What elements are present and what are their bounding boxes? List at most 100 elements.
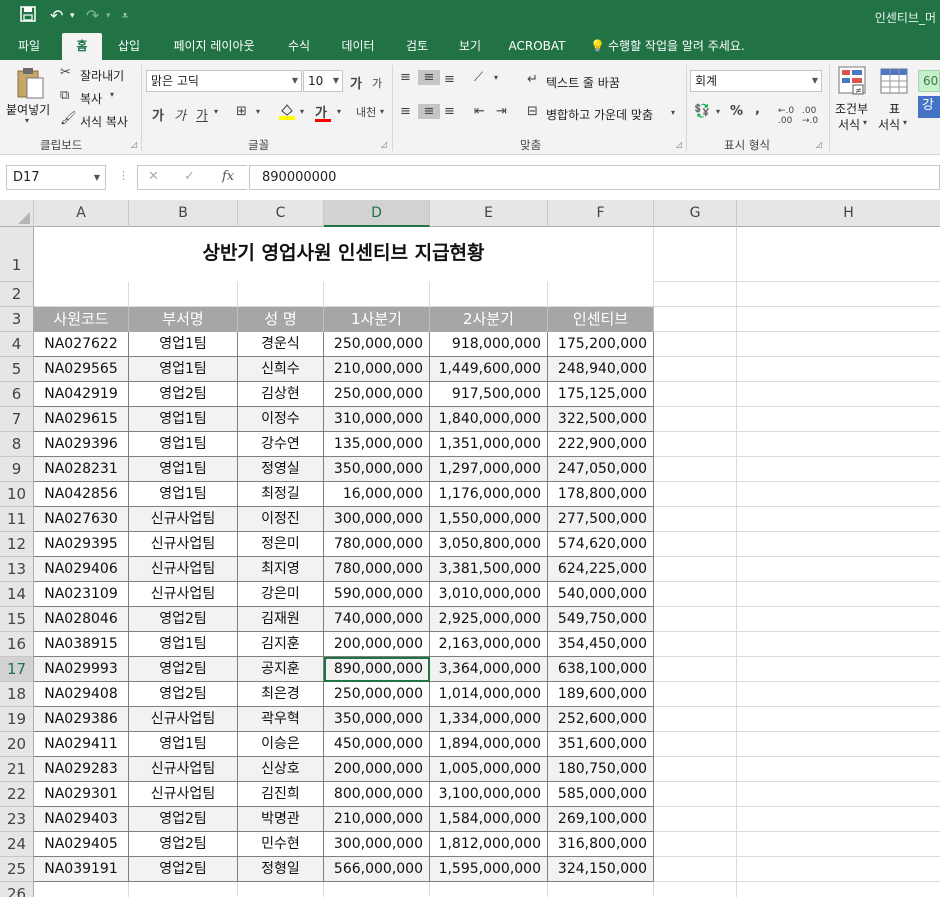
table-cell[interactable]: 1,449,600,000 xyxy=(430,357,548,382)
align-center-icon[interactable]: ≡ xyxy=(418,104,440,119)
underline-dropdown-icon[interactable]: ▾ xyxy=(214,107,218,116)
table-cell[interactable]: 1,351,000,000 xyxy=(430,432,548,457)
table-cell[interactable]: 곽우혁 xyxy=(238,707,324,732)
table-header-cell[interactable]: 2사분기 xyxy=(430,307,548,332)
merge-center-icon[interactable]: ⊟ xyxy=(527,104,538,119)
table-cell[interactable]: 1,894,000,000 xyxy=(430,732,548,757)
wrap-text-icon[interactable]: ↵ xyxy=(527,72,538,87)
undo-icon[interactable]: ↶ xyxy=(50,6,63,26)
table-cell[interactable]: 민수현 xyxy=(238,832,324,857)
table-cell[interactable]: 영업1팀 xyxy=(129,432,238,457)
tab-review[interactable]: 검토 xyxy=(397,33,437,60)
cancel-icon[interactable]: ✕ xyxy=(148,169,159,184)
table-cell[interactable]: 890,000,000 xyxy=(324,657,430,682)
table-cell[interactable]: 2,163,000,000 xyxy=(430,632,548,657)
table-cell[interactable]: 영업2팀 xyxy=(129,607,238,632)
table-cell[interactable]: NA029403 xyxy=(34,807,129,832)
row-header[interactable]: 16 xyxy=(0,632,33,657)
tab-view[interactable]: 보기 xyxy=(451,33,489,60)
row-header[interactable]: 20 xyxy=(0,732,33,757)
clipboard-launcher-icon[interactable]: ◿ xyxy=(131,140,137,149)
table-dropdown-icon[interactable]: ▾ xyxy=(903,118,907,127)
table-cell[interactable]: NA038915 xyxy=(34,632,129,657)
table-cell[interactable]: 신규사업팀 xyxy=(129,557,238,582)
decrease-indent-icon[interactable]: ⇤ xyxy=(474,104,485,119)
table-cell[interactable]: 정형일 xyxy=(238,857,324,882)
number-launcher-icon[interactable]: ◿ xyxy=(816,140,822,149)
align-bottom-icon[interactable]: ≡ xyxy=(444,72,455,87)
table-cell[interactable]: 경운식 xyxy=(238,332,324,357)
phonetic-dropdown-icon[interactable]: ▾ xyxy=(380,107,384,116)
table-cell[interactable]: 이정수 xyxy=(238,407,324,432)
conditional-formatting-label-2[interactable]: 서식 xyxy=(838,116,860,133)
table-cell[interactable]: 780,000,000 xyxy=(324,532,430,557)
table-cell[interactable]: 신규사업팀 xyxy=(129,532,238,557)
cell-style-swatch-bottom[interactable]: 강 xyxy=(918,96,940,118)
table-cell[interactable]: 영업2팀 xyxy=(129,682,238,707)
table-cell[interactable]: 신희수 xyxy=(238,357,324,382)
row-header[interactable]: 13 xyxy=(0,557,33,582)
table-cell[interactable]: 16,000,000 xyxy=(324,482,430,507)
format-painter-button[interactable]: 서식 복사 xyxy=(80,113,128,130)
font-color-dropdown-icon[interactable]: ▾ xyxy=(337,107,341,116)
table-cell[interactable]: 590,000,000 xyxy=(324,582,430,607)
table-header-cell[interactable]: 인센티브 xyxy=(548,307,654,332)
table-cell[interactable]: 3,010,000,000 xyxy=(430,582,548,607)
table-cell[interactable]: 영업2팀 xyxy=(129,382,238,407)
table-cell[interactable]: 200,000,000 xyxy=(324,757,430,782)
table-cell[interactable]: 강은미 xyxy=(238,582,324,607)
table-cell[interactable]: 영업1팀 xyxy=(129,457,238,482)
cell-area[interactable]: 상반기 영업사원 인센티브 지급현황 사원코드 부서명 성 명 1사분기 2사분기 인센티브… xyxy=(34,227,940,897)
column-header-g[interactable]: G xyxy=(654,200,737,227)
row-header[interactable]: 12 xyxy=(0,532,33,557)
table-cell[interactable]: NA042919 xyxy=(34,382,129,407)
select-all-button[interactable] xyxy=(0,200,34,227)
table-cell[interactable]: 2,925,000,000 xyxy=(430,607,548,632)
table-cell[interactable]: 918,000,000 xyxy=(430,332,548,357)
merge-dropdown-icon[interactable]: ▾ xyxy=(671,108,675,117)
formula-bar-grip-icon[interactable]: ⋮ xyxy=(118,169,129,182)
table-cell[interactable]: 김진희 xyxy=(238,782,324,807)
table-cell[interactable]: NA029405 xyxy=(34,832,129,857)
table-cell[interactable]: NA029283 xyxy=(34,757,129,782)
row-header[interactable]: 26 xyxy=(0,882,33,897)
table-cell[interactable]: 영업1팀 xyxy=(129,357,238,382)
row-header[interactable]: 7 xyxy=(0,407,33,432)
align-top-icon[interactable]: ≡ xyxy=(400,70,411,85)
table-cell[interactable]: 624,225,000 xyxy=(548,557,654,582)
table-cell[interactable]: 영업2팀 xyxy=(129,657,238,682)
table-cell[interactable]: 247,050,000 xyxy=(548,457,654,482)
table-cell[interactable]: 영업2팀 xyxy=(129,832,238,857)
table-cell[interactable]: 신규사업팀 xyxy=(129,707,238,732)
paste-dropdown-icon[interactable]: ▾ xyxy=(25,116,29,125)
table-cell[interactable]: 300,000,000 xyxy=(324,832,430,857)
table-cell[interactable]: 1,550,000,000 xyxy=(430,507,548,532)
table-cell[interactable]: 324,150,000 xyxy=(548,857,654,882)
column-header-a[interactable]: A xyxy=(34,200,129,227)
row-header[interactable]: 5 xyxy=(0,357,33,382)
table-cell[interactable]: NA029615 xyxy=(34,407,129,432)
font-size-combo[interactable]: 10 ▼ xyxy=(303,70,343,92)
table-cell[interactable]: 300,000,000 xyxy=(324,507,430,532)
table-cell[interactable]: 영업2팀 xyxy=(129,807,238,832)
table-cell[interactable]: 351,600,000 xyxy=(548,732,654,757)
row-header[interactable]: 22 xyxy=(0,782,33,807)
conditional-dropdown-icon[interactable]: ▾ xyxy=(863,118,867,127)
table-header-cell[interactable]: 1사분기 xyxy=(324,307,430,332)
tab-insert[interactable]: 삽입 xyxy=(110,33,148,60)
table-header-cell[interactable]: 사원코드 xyxy=(34,307,129,332)
table-cell[interactable]: NA029406 xyxy=(34,557,129,582)
row-header[interactable]: 3 xyxy=(0,307,33,332)
table-cell[interactable]: NA029386 xyxy=(34,707,129,732)
row-header[interactable]: 6 xyxy=(0,382,33,407)
table-cell[interactable]: NA027622 xyxy=(34,332,129,357)
comma-style-button[interactable]: , xyxy=(755,102,760,117)
cut-icon[interactable]: ✂ xyxy=(60,65,71,80)
table-cell[interactable]: 269,100,000 xyxy=(548,807,654,832)
table-cell[interactable]: 3,381,500,000 xyxy=(430,557,548,582)
column-header-e[interactable]: E xyxy=(430,200,548,227)
row-header[interactable]: 15 xyxy=(0,607,33,632)
table-cell[interactable]: 450,000,000 xyxy=(324,732,430,757)
table-cell[interactable]: 1,297,000,000 xyxy=(430,457,548,482)
tab-formulas[interactable]: 수식 xyxy=(280,33,318,60)
